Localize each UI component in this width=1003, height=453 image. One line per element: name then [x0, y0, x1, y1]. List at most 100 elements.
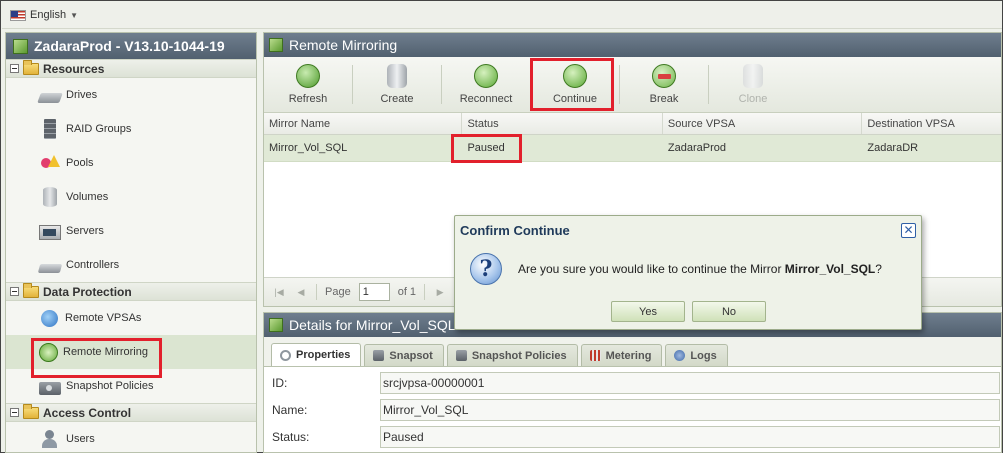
tab-label: Properties	[296, 349, 351, 361]
tab-logs[interactable]: Logs	[665, 344, 728, 366]
volumes-icon	[43, 187, 57, 207]
nav-item-users[interactable]: Users	[6, 422, 256, 452]
controllers-icon	[37, 264, 63, 273]
collapse-icon[interactable]	[10, 64, 19, 73]
clone-button[interactable]: Clone	[709, 57, 797, 112]
snapshot-policies-icon	[39, 381, 61, 395]
collapse-icon[interactable]	[10, 287, 19, 296]
metering-icon	[589, 350, 601, 361]
nav-item-raid-groups[interactable]: RAID Groups	[6, 112, 256, 146]
dialog-message-suffix: ?	[875, 262, 882, 276]
create-button[interactable]: Create	[353, 57, 441, 112]
field-status: Status: Paused	[272, 426, 1000, 448]
nav-item-remote-vpsas[interactable]: Remote VPSAs	[6, 301, 256, 335]
collapse-icon[interactable]	[10, 408, 19, 417]
folder-icon	[23, 282, 39, 298]
panel-header: Remote Mirroring	[264, 33, 1001, 57]
nav-item-label: Servers	[66, 225, 104, 237]
refresh-icon	[296, 64, 320, 88]
nav-item-label: Controllers	[66, 259, 120, 271]
status-cell: Paused	[467, 142, 505, 154]
refresh-button[interactable]: Refresh	[264, 57, 352, 112]
section-label: Data Protection	[43, 284, 132, 299]
section-data-protection[interactable]: Data Protection	[6, 282, 256, 301]
continue-button[interactable]: Continue	[531, 57, 619, 112]
us-flag-icon	[10, 9, 26, 21]
vpsa-title: ZadaraProd - V13.10-1044-19	[34, 38, 225, 54]
nav-item-label: RAID Groups	[66, 123, 132, 135]
dialog-title-bar: Confirm Continue ✕	[455, 216, 921, 245]
refresh-label: Refresh	[288, 93, 328, 105]
nav-item-label: Drives	[66, 89, 98, 101]
nav-item-drives[interactable]: Drives	[6, 78, 256, 112]
create-icon	[387, 64, 407, 88]
tab-metering[interactable]: Metering	[580, 344, 663, 366]
nav-item-servers[interactable]: Servers	[6, 214, 256, 248]
app-frame: English ▼ ZadaraProd - V13.10-1044-19 Re…	[0, 0, 1003, 453]
prev-page-icon[interactable]: ◀	[294, 285, 308, 299]
folder-icon	[23, 59, 39, 75]
dialog-message: Are you sure you would like to continue …	[518, 262, 882, 276]
section-resources[interactable]: Resources	[6, 59, 256, 78]
question-icon: ?	[470, 253, 502, 285]
first-page-icon[interactable]: |◀	[272, 285, 286, 299]
nav-item-volumes[interactable]: Volumes	[6, 180, 256, 214]
details-title: Details for Mirror_Vol_SQL	[289, 317, 456, 333]
section-label: Access Control	[43, 405, 132, 420]
nav-item-snapshot-policies[interactable]: Snapshot Policies	[6, 369, 256, 403]
section-access-control[interactable]: Access Control	[6, 403, 256, 422]
field-label: Name:	[272, 403, 308, 417]
continue-icon	[563, 64, 587, 88]
break-icon	[652, 64, 676, 88]
folder-icon	[23, 403, 39, 419]
no-button[interactable]: No	[692, 301, 766, 322]
page-count-label: of 1	[397, 286, 417, 298]
field-value: Paused	[380, 426, 1000, 448]
break-button[interactable]: Break	[620, 57, 708, 112]
field-name: Name: Mirror_Vol_SQL	[272, 399, 1000, 421]
tab-snapshot[interactable]: Snapsot	[364, 344, 444, 366]
close-icon[interactable]: ✕	[901, 223, 916, 238]
tab-label: Snapsot	[389, 349, 433, 362]
remote-mirroring-icon	[39, 342, 58, 362]
details-panel: Details for Mirror_Vol_SQL Properties Sn…	[263, 312, 1002, 453]
tab-properties[interactable]: Properties	[271, 343, 362, 366]
dialog-title: Confirm Continue	[460, 223, 570, 238]
tab-label: Logs	[690, 349, 717, 362]
next-page-icon[interactable]: ▶	[433, 285, 447, 299]
create-label: Create	[380, 93, 414, 105]
language-selector[interactable]: English ▼	[10, 9, 78, 21]
users-icon	[39, 429, 61, 449]
nav-item-pools[interactable]: Pools	[6, 146, 256, 180]
tab-snapshot-policies[interactable]: Snapshot Policies	[446, 344, 578, 366]
mirror-name-cell: Mirror_Vol_SQL	[269, 142, 348, 154]
top-bar: English ▼	[2, 2, 1002, 29]
page-number-input[interactable]	[358, 283, 390, 301]
nav-item-label: Remote Mirroring	[63, 346, 148, 358]
column-header-status[interactable]: Status	[462, 113, 663, 134]
nav-item-remote-mirroring[interactable]: Remote Mirroring	[6, 335, 256, 369]
field-label: Status:	[272, 430, 310, 444]
table-row[interactable]: Mirror_Vol_SQL Paused ZadaraProd ZadaraD…	[264, 135, 1001, 162]
nav-item-label: Users	[66, 433, 95, 445]
nav-item-controllers[interactable]: Controllers	[6, 248, 256, 282]
nav-item-label: Volumes	[66, 191, 109, 203]
remote-vpsa-icon	[41, 309, 58, 327]
tab-label: Snapshot Policies	[471, 349, 567, 362]
reconnect-button[interactable]: Reconnect	[442, 57, 530, 112]
snapshot-icon	[373, 350, 385, 361]
section-label: Resources	[43, 61, 105, 76]
field-value: Mirror_Vol_SQL	[380, 399, 1000, 421]
logs-icon	[674, 350, 686, 361]
column-header-destination-vpsa[interactable]: Destination VPSA	[862, 113, 1001, 134]
yes-button[interactable]: Yes	[611, 301, 685, 322]
column-header-source-vpsa[interactable]: Source VPSA	[663, 113, 863, 134]
raid-groups-icon	[44, 119, 56, 139]
dialog-message-mirror: Mirror_Vol_SQL	[784, 262, 876, 276]
caret-down-icon: ▼	[70, 10, 78, 20]
confirm-continue-dialog: Confirm Continue ✕ ? Are you sure you wo…	[454, 215, 922, 330]
properties-icon	[280, 349, 291, 361]
column-header-mirror-name[interactable]: Mirror Name	[264, 113, 463, 134]
pools-icon	[39, 153, 61, 173]
toolbar: Refresh Create Reconnect Continue Break	[264, 57, 1001, 113]
